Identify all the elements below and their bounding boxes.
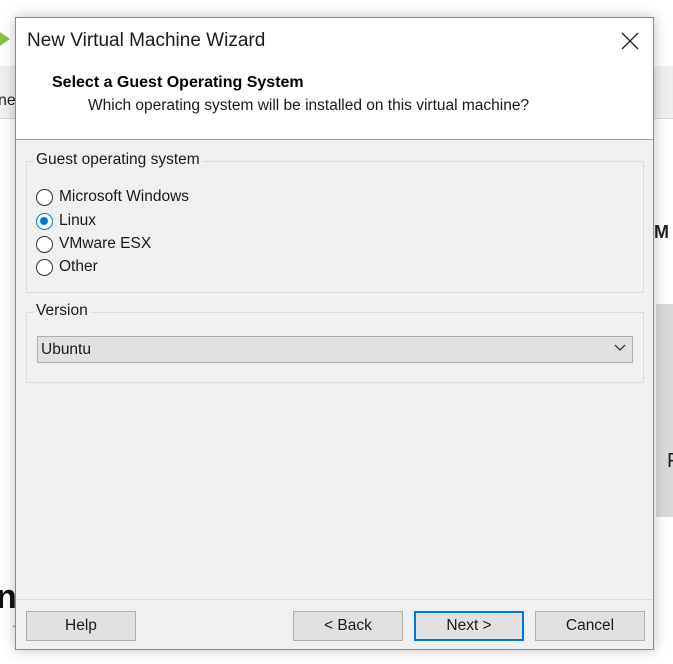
window-title: New Virtual Machine Wizard — [27, 30, 266, 51]
radio-label: Other — [59, 258, 98, 275]
close-icon — [621, 32, 639, 50]
help-button[interactable]: Help — [26, 611, 136, 641]
radio-other[interactable]: Other — [36, 257, 98, 277]
close-button[interactable] — [613, 24, 647, 58]
version-group: Version Ubuntu — [26, 302, 644, 383]
back-button[interactable]: < Back — [293, 611, 403, 641]
page-subtitle: Which operating system will be installed… — [88, 97, 530, 114]
radio-vmware-esx[interactable]: VMware ESX — [36, 234, 151, 254]
next-button[interactable]: Next > — [414, 611, 524, 641]
radio-button[interactable] — [36, 235, 53, 253]
radio-button[interactable] — [36, 258, 53, 276]
title-bar[interactable]: New Virtual Machine Wizard — [16, 18, 653, 65]
chevron-down-icon — [614, 344, 626, 351]
radio-microsoft-windows[interactable]: Microsoft Windows — [36, 187, 189, 207]
page-title: Select a Guest Operating System — [52, 74, 304, 91]
version-group-label: Version — [34, 302, 90, 320]
version-select-value: Ubuntu — [41, 341, 91, 358]
radio-button-selected[interactable] — [36, 212, 53, 230]
radio-linux[interactable]: Linux — [36, 211, 96, 231]
radio-label: Linux — [59, 212, 97, 229]
background-text-left: ne — [0, 92, 16, 109]
radio-label: Microsoft Windows — [59, 188, 190, 205]
cancel-button[interactable]: Cancel — [535, 611, 645, 641]
background-text-right: M — [654, 222, 669, 242]
wizard-header: Select a Guest Operating System Which op… — [16, 65, 653, 140]
play-icon — [0, 32, 10, 46]
guest-os-group: Guest operating system Microsoft Windows… — [26, 151, 644, 293]
background-panel-right — [656, 304, 673, 517]
radio-button[interactable] — [36, 188, 53, 206]
footer-divider — [16, 599, 653, 600]
wizard-dialog: New Virtual Machine Wizard Select a Gues… — [15, 17, 654, 650]
version-select[interactable]: Ubuntu — [37, 336, 633, 363]
radio-label: VMware ESX — [59, 235, 152, 252]
guest-os-group-label: Guest operating system — [34, 151, 202, 169]
background-text-right-mid: F — [667, 450, 673, 473]
